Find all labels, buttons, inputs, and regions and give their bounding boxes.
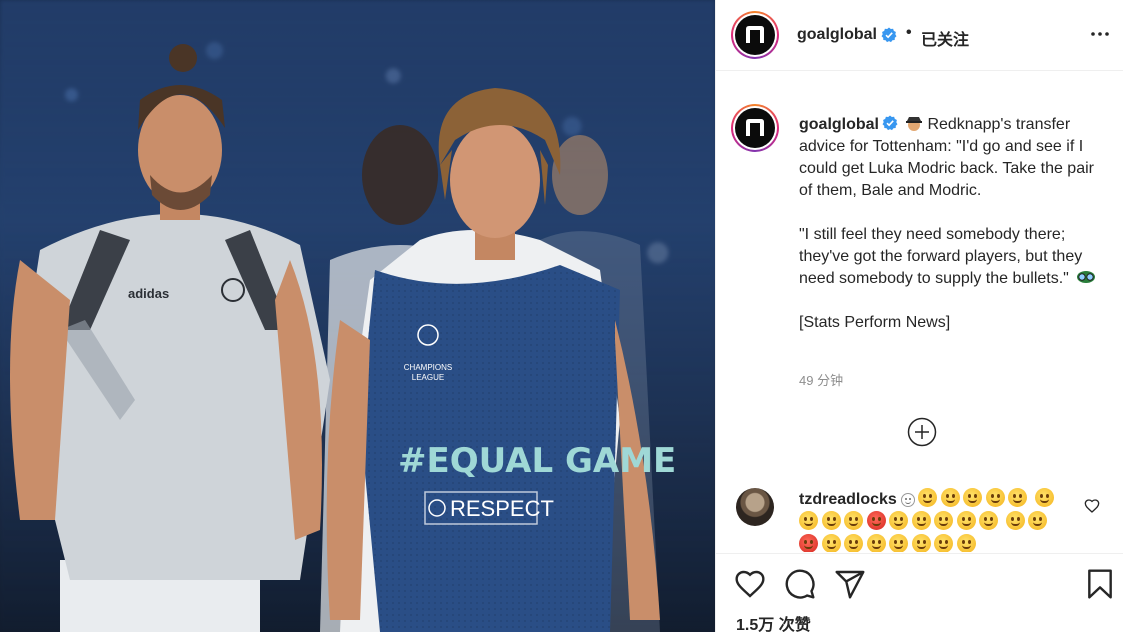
equal-game-text: #EQUAL GAME bbox=[398, 441, 676, 481]
respect-text: RESPECT bbox=[450, 496, 554, 521]
smile-emoji-icon bbox=[918, 488, 938, 507]
angry-emoji-icon bbox=[799, 534, 818, 552]
verified-badge-icon bbox=[881, 27, 897, 43]
likes-count[interactable]: 1.5万 次赞 bbox=[736, 611, 811, 632]
goal-logo-icon bbox=[746, 119, 764, 136]
players-illustration: adidas CHAMPIONS LEAGUE #EQUAL GAME RESP… bbox=[10, 44, 676, 632]
wink-emoji-icon bbox=[889, 511, 908, 530]
smile-emoji-icon bbox=[940, 488, 960, 507]
following-button[interactable]: 已关注 bbox=[921, 26, 969, 50]
squint-emoji-icon bbox=[821, 511, 841, 530]
surprised-emoji-icon bbox=[911, 511, 931, 530]
smiley-emoji-icon bbox=[1008, 488, 1028, 507]
commenter-username[interactable]: tzdreadlocks bbox=[799, 491, 897, 508]
more-options-icon[interactable] bbox=[1088, 22, 1112, 46]
heart-icon[interactable] bbox=[734, 568, 766, 600]
header-avatar[interactable] bbox=[731, 11, 779, 59]
caption-avatar[interactable] bbox=[731, 104, 779, 152]
comment-icon[interactable] bbox=[784, 568, 816, 600]
commenter-avatar[interactable] bbox=[736, 488, 774, 526]
post-side-panel: goalglobal • 已关注 goalglobal Redknapp's t… bbox=[715, 0, 1123, 632]
champions-league-text: CHAMPIONS bbox=[404, 363, 452, 372]
laugh-emoji-icon bbox=[985, 488, 1005, 507]
sweat-emoji-icon bbox=[799, 511, 818, 530]
grin-emoji-icon bbox=[1035, 488, 1055, 507]
hushed-emoji-icon bbox=[866, 534, 886, 552]
header-separator: • bbox=[906, 24, 912, 41]
scream-emoji-icon bbox=[844, 534, 863, 552]
share-icon[interactable] bbox=[834, 568, 866, 600]
anguished-emoji-icon bbox=[911, 534, 931, 552]
persevere-emoji-icon bbox=[889, 534, 908, 552]
bookmark-icon[interactable] bbox=[1084, 568, 1116, 600]
action-bar: 1.5万 次赞 bbox=[716, 553, 1123, 632]
league-text: LEAGUE bbox=[412, 373, 444, 382]
verified-badge-icon bbox=[882, 115, 898, 131]
comment-item: tzdreadlocks bbox=[716, 478, 1123, 552]
post-photo[interactable]: adidas CHAMPIONS LEAGUE #EQUAL GAME RESP… bbox=[0, 0, 715, 632]
halo-emoji-icon bbox=[844, 511, 863, 530]
caption-text-2: "I still feel they need somebody there; … bbox=[799, 226, 1083, 287]
load-more-plus-icon[interactable] bbox=[907, 417, 937, 447]
expressionless-emoji-icon bbox=[956, 511, 976, 530]
neutral-emoji-icon bbox=[934, 511, 953, 530]
caption-section: goalglobal Redknapp's transfer advice fo… bbox=[716, 72, 1123, 472]
comment-text: tzdreadlocks bbox=[799, 488, 1069, 552]
goal-logo-icon bbox=[746, 26, 764, 43]
smile-emoji-icon bbox=[900, 493, 915, 507]
header-username[interactable]: goalglobal bbox=[797, 26, 877, 44]
confused-emoji-icon bbox=[979, 511, 998, 530]
astonished-emoji-icon bbox=[956, 534, 976, 552]
devil-emoji-icon bbox=[866, 511, 886, 530]
dizzy-emoji-icon bbox=[934, 534, 953, 552]
post-caption: goalglobal Redknapp's transfer advice fo… bbox=[799, 114, 1099, 334]
grin-emoji-icon bbox=[963, 488, 983, 507]
detective-emoji-icon bbox=[906, 117, 923, 131]
small-heart-icon[interactable] bbox=[1084, 498, 1100, 514]
caption-username[interactable]: goalglobal bbox=[799, 116, 879, 133]
goggles-emoji-icon bbox=[1077, 271, 1096, 283]
grimace-emoji-icon bbox=[1028, 511, 1048, 530]
tired-emoji-icon bbox=[1005, 511, 1025, 530]
sad-emoji-icon bbox=[821, 534, 841, 552]
caption-text-3: [Stats Perform News] bbox=[799, 314, 951, 331]
post-header: goalglobal • 已关注 bbox=[716, 0, 1123, 71]
post-timestamp[interactable]: 49 分钟 bbox=[799, 370, 843, 389]
adidas-logo-text: adidas bbox=[128, 286, 169, 301]
